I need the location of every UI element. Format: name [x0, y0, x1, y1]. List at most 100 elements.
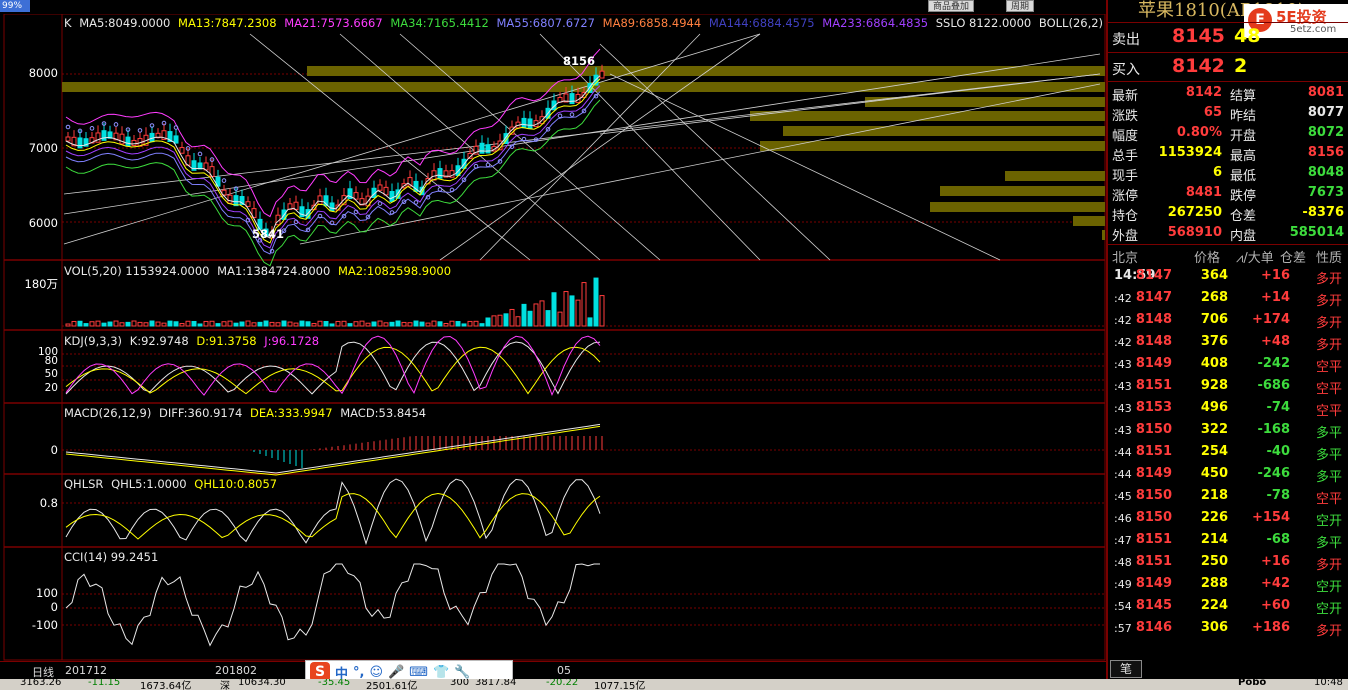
qhl10-label: QHL10:0.8057 — [194, 477, 278, 491]
emoji-icon[interactable]: ☺ — [369, 665, 383, 680]
tick-time: :47 — [1114, 534, 1132, 547]
ma233-label: MA233:6864.4835 — [822, 16, 929, 30]
tick-row[interactable]: :43 8153 496 -74 空平 — [1108, 398, 1348, 420]
vol-ma1-label: MA1:1384724.8000 — [217, 264, 331, 278]
ma89-label: MA89:6858.4944 — [602, 16, 702, 30]
tick-price: 8148 — [1135, 334, 1172, 349]
tick-price: 8151 — [1135, 444, 1172, 459]
tick-qty: 214 — [1200, 532, 1228, 547]
tick-row[interactable]: :57 8146 306 +186 多开 — [1108, 618, 1348, 640]
tick-type: 多开 — [1315, 338, 1342, 353]
macd-diff-label: DIFF:360.9174 — [159, 406, 243, 420]
ticks-header-oi: 仓差 — [1280, 251, 1307, 266]
tick-time: :46 — [1114, 512, 1132, 525]
tick-qty: 450 — [1200, 466, 1228, 481]
quote-value: -8376 — [1302, 205, 1344, 220]
quote-label: 开盘 — [1230, 129, 1257, 144]
tick-row[interactable]: :44 8149 450 -246 多平 — [1108, 464, 1348, 486]
period-button[interactable]: 周期 — [1006, 0, 1035, 12]
tick-row[interactable]: :43 8151 928 -686 空平 — [1108, 376, 1348, 398]
ask-row[interactable]: 卖出 8145 48 — [1108, 23, 1348, 53]
ask-label: 卖出 — [1112, 32, 1140, 48]
vol-ma2-label: MA2:1082598.9000 — [337, 264, 452, 278]
period-label[interactable]: 日线 — [32, 664, 54, 680]
tick-price: 8150 — [1135, 422, 1172, 437]
tick-row[interactable]: :42 8148 706 +174 多开 — [1108, 310, 1348, 332]
tick-type: 多开 — [1315, 624, 1342, 639]
quote-value: 568910 — [1167, 225, 1222, 240]
tick-time: :54 — [1114, 600, 1132, 613]
tab-ticks[interactable]: 笔 — [1110, 660, 1142, 678]
tick-type: 多平 — [1315, 536, 1342, 551]
quote-value: 6 — [1212, 165, 1222, 180]
tick-price: 8145 — [1135, 598, 1172, 613]
quote-row: 涨停 8481 跌停 7673 — [1108, 184, 1348, 204]
tick-type: 空平 — [1315, 360, 1342, 375]
tick-row[interactable]: :43 8149 408 -242 空平 — [1108, 354, 1348, 376]
tick-qty: 376 — [1200, 334, 1228, 349]
tick-row[interactable]: :48 8151 250 +16 多开 — [1108, 552, 1348, 574]
tick-row[interactable]: :49 8149 288 +42 空开 — [1108, 574, 1348, 596]
quote-row: 现手 6 最低 8048 — [1108, 164, 1348, 184]
quote-label: 总手 — [1112, 149, 1139, 164]
ticks-header: 北京 价格 ⩘/大单 仓差 性质 — [1108, 246, 1348, 266]
quote-row: 最新 8142 结算 8081 — [1108, 84, 1348, 104]
bid-row[interactable]: 买入 8142 2 — [1108, 53, 1348, 83]
y-label-8000: 8000 — [28, 66, 58, 80]
microphone-icon[interactable]: 🎤 — [388, 665, 404, 680]
kdj-y-20: 20 — [44, 382, 58, 394]
keyboard-icon[interactable]: ⌨ — [409, 665, 428, 680]
kdj-legend: KDJ(9,3,3) K:92.9748 D:91.3758 J:96.1728 — [64, 334, 323, 348]
tick-row[interactable]: :43 8150 322 -168 多平 — [1108, 420, 1348, 442]
quote-row: 总手 1153924 最高 8156 — [1108, 144, 1348, 164]
qhlsr-label: QHLSR — [64, 477, 104, 491]
ask-volume: 48 — [1234, 25, 1261, 47]
quote-row: 涨跌 65 昨结 8077 — [1108, 104, 1348, 124]
kline-chart-area[interactable]: K MA5:8049.0000 MA13:7847.2308 MA21:7573… — [0, 14, 1162, 661]
tick-price: 8146 — [1135, 620, 1172, 635]
bid-price: 8142 — [1172, 55, 1225, 77]
vol-label: VOL(5,20) 1153924.0000 — [64, 264, 210, 278]
hs300-index: 3817.84 — [475, 679, 517, 688]
tools-icon[interactable]: 🔧 — [454, 665, 470, 680]
ask-price: 8145 — [1172, 25, 1225, 47]
tick-price: 8147 — [1135, 290, 1172, 305]
tick-row[interactable]: :45 8150 218 -78 空平 — [1108, 486, 1348, 508]
tick-row[interactable]: :54 8145 224 +60 空开 — [1108, 596, 1348, 618]
tick-price: 8151 — [1135, 554, 1172, 569]
k-label: K — [64, 16, 72, 30]
tick-time: :43 — [1114, 402, 1132, 415]
tick-qty: 288 — [1200, 576, 1228, 591]
quote-value: 585014 — [1289, 225, 1344, 240]
tick-type: 多开 — [1315, 272, 1342, 287]
macd-dea-label: DEA:333.9947 — [250, 406, 333, 420]
tick-qty: 364 — [1200, 268, 1228, 283]
quote-value: 1153924 — [1158, 145, 1222, 160]
macd-value-label: MACD:53.8454 — [340, 406, 427, 420]
quote-label: 昨结 — [1230, 109, 1257, 124]
tick-oi-change: +174 — [1251, 312, 1290, 327]
tick-row[interactable]: :46 8150 226 +154 空开 — [1108, 508, 1348, 530]
skin-icon[interactable]: 👕 — [433, 665, 449, 680]
tick-time: :57 — [1114, 622, 1132, 635]
tick-row[interactable]: :42 8147 268 +14 多开 — [1108, 288, 1348, 310]
quote-panel: 苹果1810(AP1810) E 5E投资 5etz.com 卖出 8145 4… — [1106, 0, 1348, 679]
tick-oi-change: +60 — [1261, 598, 1290, 613]
tick-row[interactable]: :44 8151 254 -40 多平 — [1108, 442, 1348, 464]
tick-oi-change: +16 — [1261, 554, 1290, 569]
tick-time: :42 — [1114, 314, 1132, 327]
tick-row[interactable]: 14:59 8147 364 +16 多开 — [1108, 266, 1348, 288]
tick-row[interactable]: :42 8148 376 +48 多开 — [1108, 332, 1348, 354]
punctuation-icon[interactable]: °, — [353, 665, 364, 680]
quote-label: 最高 — [1230, 149, 1257, 164]
quote-value: 8142 — [1185, 85, 1222, 100]
overlay-button[interactable]: 商品叠加 — [928, 0, 975, 12]
tick-qty: 706 — [1200, 312, 1228, 327]
sz-change: -35.45 — [318, 679, 351, 688]
macd-y-0: 0 — [50, 443, 58, 457]
tick-row[interactable]: :47 8151 214 -68 多平 — [1108, 530, 1348, 552]
tick-qty: 408 — [1200, 356, 1228, 371]
tick-oi-change: -40 — [1266, 444, 1291, 459]
tick-price: 8153 — [1135, 400, 1172, 415]
tick-oi-change: +154 — [1251, 510, 1290, 525]
